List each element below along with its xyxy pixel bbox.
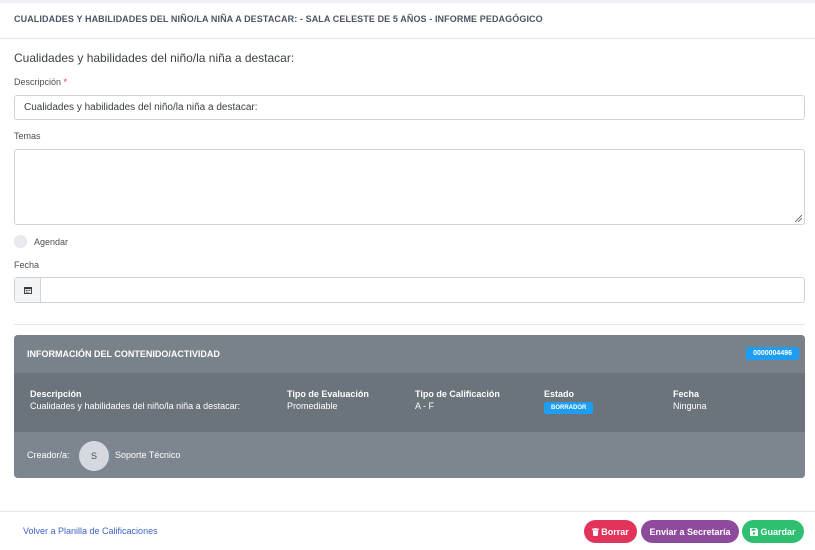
page-header: CUALIDADES Y HABILIDADES DEL NIÑO/LA NIÑ…: [0, 3, 815, 39]
enviar-label: Enviar a Secretaría: [649, 526, 731, 537]
required-mark: *: [63, 77, 68, 87]
enviar-secretaria-button[interactable]: Enviar a Secretaría: [641, 520, 739, 543]
col-estado-label: Estado: [544, 389, 575, 399]
borrar-label: Borrar: [601, 526, 629, 537]
fecha-input-group: [14, 277, 805, 303]
info-card-footer: Creador/a: S Soporte Técnico: [14, 432, 805, 478]
info-card-body: Descripción Cualidades y habilidades del…: [14, 373, 805, 432]
col-tipo-evaluacion-label: Tipo de Evaluación: [287, 389, 369, 399]
status-badge: BORRADOR: [544, 402, 594, 414]
guardar-button[interactable]: Guardar: [742, 520, 804, 543]
calendar-icon: [23, 287, 32, 294]
trash-icon: [592, 527, 600, 536]
calendar-addon[interactable]: [15, 278, 41, 302]
creator-label: Creador/a:: [27, 450, 70, 460]
save-icon: [750, 527, 759, 536]
section-title: Cualidades y habilidades del niño/la niñ…: [14, 51, 295, 65]
borrar-button[interactable]: Borrar: [584, 520, 637, 543]
page-title: CUALIDADES Y HABILIDADES DEL NIÑO/LA NIÑ…: [14, 14, 543, 24]
col-descripcion: Descripción Cualidades y habilidades del…: [30, 389, 240, 411]
descripcion-label-text: Descripción: [14, 77, 62, 87]
creator-name: Soporte Técnico: [115, 450, 181, 460]
fecha-label: Fecha: [14, 260, 40, 270]
resize-grip-icon[interactable]: [794, 214, 802, 222]
col-tipo-calificacion-label: Tipo de Calificación: [415, 389, 500, 399]
code-badge: 0000004496: [746, 347, 799, 360]
avatar: S: [79, 441, 109, 471]
agendar-radio[interactable]: [14, 235, 27, 248]
col-fecha-value: Ninguna: [673, 401, 707, 411]
agendar-option[interactable]: Agendar: [14, 235, 68, 248]
back-to-grades-link[interactable]: Volver a Planilla de Calificaciones: [23, 526, 158, 536]
temas-textarea[interactable]: [14, 149, 805, 225]
col-fecha-label: Fecha: [673, 389, 700, 399]
col-descripcion-value: Cualidades y habilidades del niño/la niñ…: [30, 401, 241, 411]
guardar-label: Guardar: [760, 526, 796, 537]
info-card-title: INFORMACIÓN DEL CONTENIDO/ACTIVIDAD: [27, 349, 220, 359]
col-tipo-calificacion-value: A - F: [415, 401, 435, 411]
col-estado: Estado BORRADOR: [544, 389, 594, 414]
section-divider: [14, 324, 805, 325]
temas-label: Temas: [14, 131, 41, 141]
col-tipo-evaluacion: Tipo de Evaluación Promediable: [287, 389, 369, 411]
info-card: INFORMACIÓN DEL CONTENIDO/ACTIVIDAD 0000…: [14, 335, 805, 478]
fecha-input[interactable]: [41, 278, 804, 302]
info-card-header: INFORMACIÓN DEL CONTENIDO/ACTIVIDAD 0000…: [14, 335, 805, 373]
col-descripcion-label: Descripción: [30, 389, 82, 399]
descripcion-input[interactable]: Cualidades y habilidades del niño/la niñ…: [14, 95, 805, 120]
col-tipo-evaluacion-value: Promediable: [287, 401, 338, 411]
page-footer: Volver a Planilla de Calificaciones Borr…: [0, 511, 815, 550]
agendar-label: Agendar: [34, 236, 69, 247]
col-fecha: Fecha Ninguna: [673, 389, 707, 411]
col-tipo-calificacion: Tipo de Calificación A - F: [415, 389, 500, 411]
descripcion-label: Descripción *: [14, 77, 67, 87]
